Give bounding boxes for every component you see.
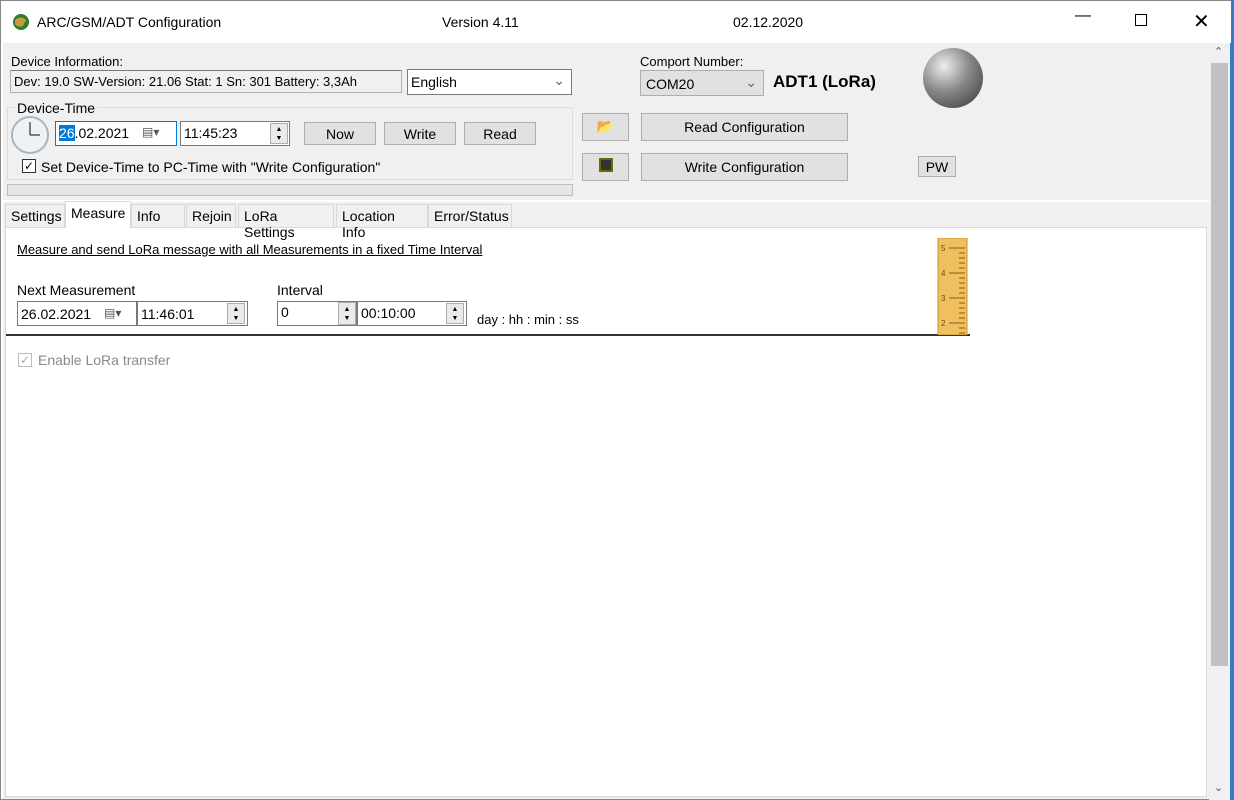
floppy-disk-icon (598, 158, 613, 172)
time-spinner[interactable]: ▲ ▼ (446, 303, 464, 324)
time-spinner[interactable]: ▲ ▼ (270, 123, 288, 144)
save-button[interactable] (582, 153, 629, 181)
next-date-picker[interactable]: 26.02.2021 ▤▾ (17, 301, 137, 326)
read-configuration-button[interactable]: Read Configuration (641, 113, 848, 141)
interval-days-value: 0 (281, 304, 289, 320)
now-button[interactable]: Now (304, 122, 376, 145)
comport-select[interactable]: COM20 ⌄ (640, 70, 764, 96)
scroll-down-icon[interactable]: ⌄ (1214, 781, 1223, 794)
tab-location-info[interactable]: Location Info (336, 204, 428, 240)
interval-time-value: 00:10:00 (361, 305, 416, 321)
calendar-dropdown-icon[interactable]: ▤▾ (104, 306, 121, 320)
device-type-label: ADT1 (LoRa) (773, 72, 876, 91)
enable-lora-label: Enable LoRa transfer (38, 352, 171, 368)
ruler-icon: 5 4 3 2 (937, 238, 968, 335)
calendar-dropdown-icon[interactable]: ▤▾ (142, 125, 159, 139)
vertical-scrollbar[interactable]: ⌃ ⌄ (1209, 43, 1230, 800)
enable-lora-checkbox[interactable]: ✓ (18, 353, 32, 367)
read-time-button[interactable]: Read (464, 122, 536, 145)
device-info-label: Device Information: (11, 54, 123, 69)
device-time-field[interactable]: 11:45:23 ▲ ▼ (180, 121, 290, 146)
scrollbar-thumb[interactable] (1211, 63, 1228, 666)
device-date-picker[interactable]: 26.02.2021 ▤▾ (55, 121, 177, 146)
title-bar: ARC/GSM/ADT Configuration Version 4.11 0… (1, 1, 1231, 43)
language-select[interactable]: English ⌄ (407, 69, 572, 95)
maximize-button[interactable] (1135, 14, 1147, 26)
comport-label: Comport Number: (640, 54, 744, 69)
globe-icon (923, 48, 983, 108)
date-rest: .02.2021 (74, 125, 130, 141)
tab-lora-settings[interactable]: LoRa Settings (238, 204, 334, 240)
window-title: ARC/GSM/ADT Configuration (37, 14, 222, 30)
next-time-field[interactable]: 11:46:01 ▲ ▼ (137, 301, 248, 326)
app-window: ARC/GSM/ADT Configuration Version 4.11 0… (0, 0, 1231, 800)
measure-tab-panel: Measure and send LoRa message with all M… (5, 227, 1207, 797)
chevron-down-icon: ⌄ (553, 72, 565, 88)
write-configuration-button[interactable]: Write Configuration (641, 153, 848, 181)
minimize-button[interactable]: — (1075, 7, 1091, 25)
tab-measure[interactable]: Measure (65, 201, 131, 228)
open-folder-button[interactable]: 📂 (582, 113, 629, 141)
app-globe-icon (13, 14, 29, 30)
write-time-button[interactable]: Write (384, 122, 456, 145)
sync-time-checkbox[interactable]: ✓ (22, 159, 36, 173)
comport-value: COM20 (646, 76, 695, 92)
password-button[interactable]: PW (918, 156, 956, 177)
tab-error-status[interactable]: Error/Status (428, 204, 512, 227)
time-spinner[interactable]: ▲ ▼ (227, 303, 245, 324)
measure-heading: Measure and send LoRa message with all M… (17, 242, 483, 257)
next-time-value: 11:46:01 (141, 306, 195, 322)
interval-label: Interval (277, 282, 323, 298)
ruler-label: 3 (941, 294, 946, 303)
language-value: English (411, 74, 457, 90)
clock-icon (11, 116, 49, 154)
tab-rejoin[interactable]: Rejoin (186, 204, 236, 227)
ruler-label: 5 (941, 244, 946, 253)
interval-time-field[interactable]: 00:10:00 ▲ ▼ (357, 301, 467, 326)
client-area: Device Information: Dev: 19.0 SW-Version… (3, 43, 1209, 799)
device-time-value: 11:45:23 (184, 125, 238, 141)
folder-open-icon: 📂 (596, 118, 615, 134)
scroll-up-icon[interactable]: ⌃ (1214, 45, 1223, 58)
close-button[interactable]: ✕ (1193, 9, 1210, 34)
sync-time-label: Set Device-Time to PC-Time with "Write C… (41, 159, 381, 175)
build-date: 02.12.2020 (733, 14, 804, 30)
next-date-value: 26.02.2021 (21, 306, 92, 322)
version-label: Version 4.11 (442, 14, 519, 30)
date-day-selected: 26 (59, 125, 75, 141)
ruler-label: 4 (941, 269, 946, 278)
ruler-label: 2 (941, 319, 946, 328)
separator-line (6, 334, 970, 336)
days-spinner[interactable]: ▲ ▼ (338, 302, 356, 325)
interval-days-field[interactable]: 0 ▲ ▼ (277, 301, 357, 326)
progress-bar (7, 184, 573, 196)
divider (3, 200, 1209, 202)
tab-info[interactable]: Info (131, 204, 185, 227)
next-measurement-label: Next Measurement (17, 282, 136, 298)
device-info-field: Dev: 19.0 SW-Version: 21.06 Stat: 1 Sn: … (10, 70, 402, 93)
chevron-down-icon: ⌄ (745, 74, 757, 90)
device-time-label: Device-Time (15, 100, 98, 116)
tab-settings[interactable]: Settings (5, 204, 65, 227)
interval-unit-label: day : hh : min : ss (477, 312, 579, 327)
